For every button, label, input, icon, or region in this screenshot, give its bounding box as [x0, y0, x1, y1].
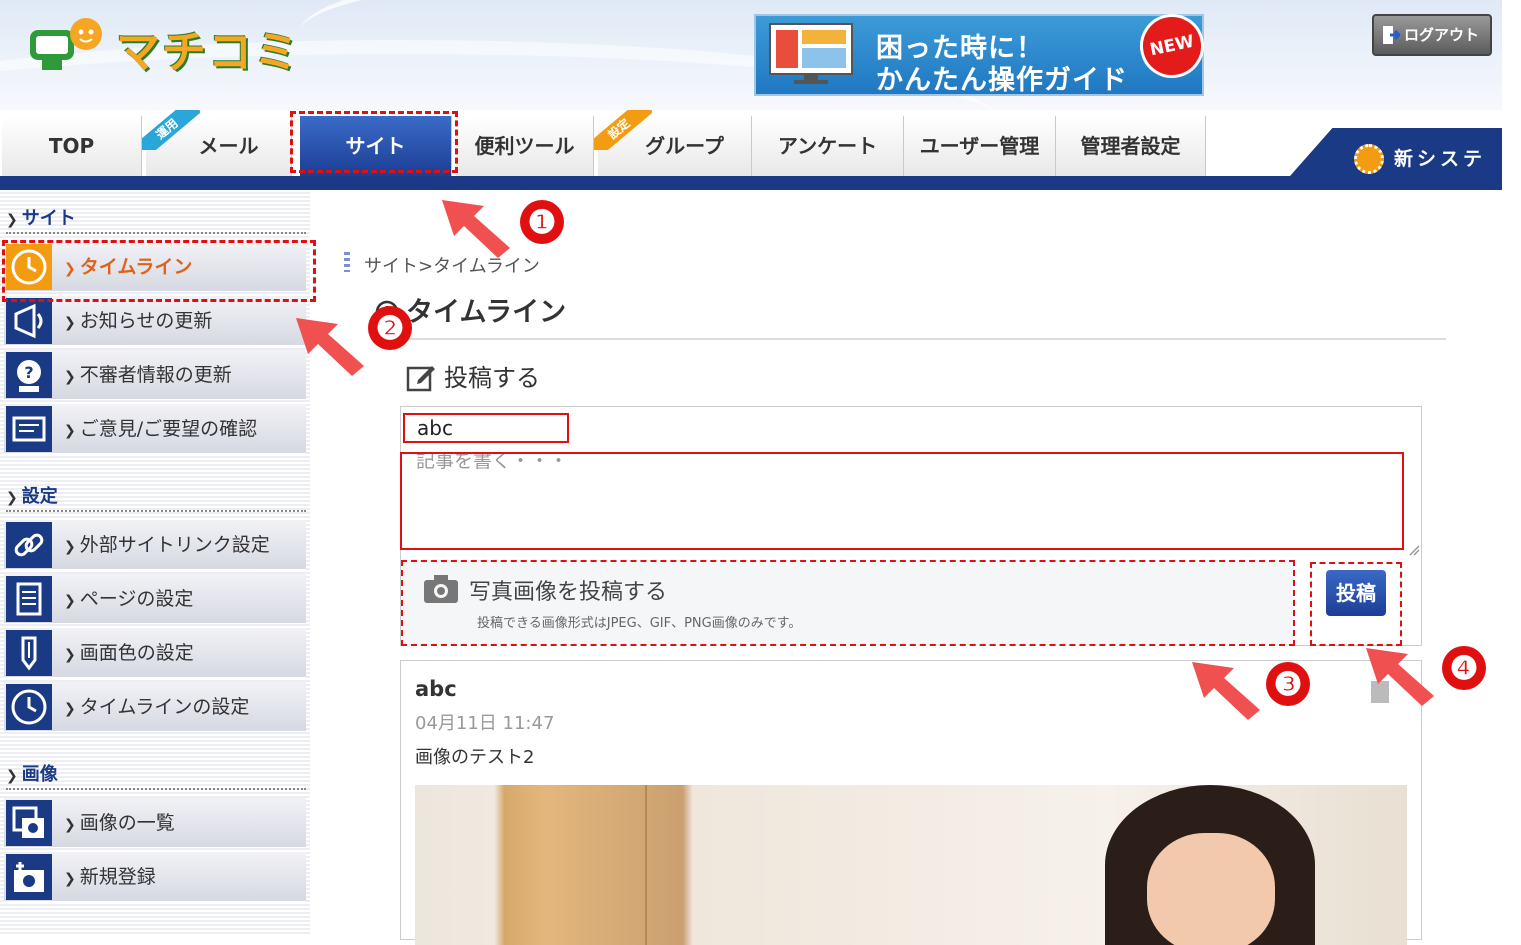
logo-text[interactable]: マチコミ: [116, 16, 300, 80]
tab-user-management[interactable]: ユーザー管理: [904, 116, 1056, 176]
tab-label: ユーザー管理: [919, 134, 1040, 158]
logo-icon[interactable]: [28, 16, 104, 76]
tab-label: アンケート: [777, 134, 878, 158]
sidebar-item-label: ご意見/ご要望の確認: [79, 418, 258, 440]
sidebar-item-label: 画像の一覧: [79, 812, 175, 834]
logout-button[interactable]: ログアウト: [1372, 14, 1492, 56]
edit-icon: [406, 366, 435, 392]
camera-plus-icon: [6, 854, 52, 900]
post-date: 04月11日 11:47: [415, 713, 555, 734]
sidebar-item-feedback[interactable]: ❯ ご意見/ご要望の確認: [4, 404, 306, 454]
photo-person-face: [1147, 833, 1275, 945]
sidebar-item-label: 不審者情報の更新: [79, 364, 232, 386]
new-system-label: 新システム: [1394, 148, 1487, 232]
tab-survey[interactable]: アンケート: [752, 116, 904, 176]
sidebar-item-page-settings[interactable]: ❯ ページの設定: [4, 574, 306, 624]
sidebar-item-label: 新規登録: [79, 866, 156, 888]
annotation-arrow-icon: [442, 200, 510, 258]
tab-tools[interactable]: 便利ツール: [456, 116, 594, 176]
photo-upload-area[interactable]: 写真画像を投稿する 投稿できる画像形式はJPEG、GIF、PNG画像のみです。: [401, 560, 1295, 646]
images-icon: [6, 800, 52, 846]
pen-icon: [6, 630, 52, 676]
annotation-arrow-icon: [296, 318, 364, 376]
post-body: 画像のテスト2: [415, 747, 535, 768]
photo-upload-label: 写真画像を投稿する: [469, 580, 668, 605]
post-title-input[interactable]: abc: [403, 413, 569, 443]
gear-icon: [1354, 144, 1384, 174]
alert-person-icon: ?: [6, 352, 52, 398]
annotation-box-site-tab: [290, 111, 458, 173]
sidebar-item-label: 外部サイトリンク設定: [79, 534, 270, 556]
post-body-textarea[interactable]: 記事を書く・・・: [400, 452, 1404, 550]
annotation-arrow-icon: [1366, 648, 1434, 706]
post-section-label: 投稿する: [406, 358, 540, 393]
title-divider: [374, 338, 1446, 340]
logout-label: ログアウト: [1404, 26, 1480, 44]
operation-guide-banner[interactable]: 困った時に！ かんたん操作ガイド NEW: [754, 8, 1210, 96]
tab-mail[interactable]: 運用 メール: [142, 110, 292, 176]
site-header: マチコミ 困った時に！ かんたん操作ガイド NEW ログアウト: [0, 0, 1502, 110]
nav-underline: [0, 176, 1502, 190]
logout-icon: [1383, 26, 1400, 44]
sidebar-item-color-settings[interactable]: ❯ 画面色の設定: [4, 628, 306, 678]
post-photo: [415, 785, 1407, 945]
banner-line-2: かんたん操作ガイド: [876, 65, 1128, 96]
link-icon: [6, 522, 52, 568]
sidebar-item-suspicious-info[interactable]: ? ❯ 不審者情報の更新: [4, 350, 306, 400]
annotation-arrow-icon: [1192, 662, 1260, 720]
tab-group[interactable]: 設定 グループ: [594, 110, 752, 176]
annotation-number-3: ❸: [1266, 662, 1310, 706]
tab-admin-settings[interactable]: 管理者設定: [1056, 116, 1206, 176]
post-title: abc: [415, 677, 457, 701]
megaphone-icon: [6, 298, 52, 344]
photo-format-note: 投稿できる画像形式はJPEG、GIF、PNG画像のみです。: [477, 616, 802, 631]
sidebar-item-timeline-settings[interactable]: ❯ タイムラインの設定: [4, 682, 306, 732]
breadcrumb-marker: [344, 252, 350, 272]
sidebar-item-new-image[interactable]: ❯ 新規登録: [4, 852, 306, 902]
annotation-number-4: ❹: [1442, 646, 1486, 690]
page-icon: [6, 576, 52, 622]
sidebar-heading-images: ❯ 画像: [6, 760, 306, 790]
tab-ribbon: 運用: [142, 110, 200, 150]
timeline-post-card: abc 04月11日 11:47 画像のテスト2: [400, 660, 1422, 945]
sidebar-item-external-links[interactable]: ❯ 外部サイトリンク設定: [4, 520, 306, 570]
sidebar-heading-settings: ❯ 設定: [6, 482, 306, 512]
annotation-number-2: ❷: [368, 306, 412, 350]
sidebar-heading-site: ❯ サイト: [6, 204, 306, 234]
annotation-box-timeline: [2, 240, 316, 302]
submit-highlight: 投稿: [1310, 562, 1402, 646]
tab-top[interactable]: TOP: [2, 116, 142, 176]
clock-icon: [6, 684, 52, 730]
tab-label: 便利ツール: [474, 134, 575, 158]
sidebar-item-image-list[interactable]: ❯ 画像の一覧: [4, 798, 306, 848]
sidebar-item-label: お知らせの更新: [79, 310, 213, 332]
sidebar-item-label: 画面色の設定: [79, 642, 194, 664]
tab-label: TOP: [48, 134, 95, 158]
message-icon: [6, 406, 52, 452]
sidebar-item-label: タイムラインの設定: [79, 696, 250, 718]
resize-handle-icon[interactable]: [1408, 544, 1420, 556]
tab-label: 管理者設定: [1080, 134, 1181, 158]
camera-icon: [424, 575, 458, 603]
annotation-number-1: ❶: [520, 200, 564, 244]
svg-text:?: ?: [24, 363, 33, 382]
monitor-icon: [769, 23, 853, 84]
sidebar-item-label: ページの設定: [79, 588, 194, 610]
tab-ribbon: 設定: [594, 110, 652, 150]
photo-door-detail: [645, 785, 647, 945]
sidebar-item-news-update[interactable]: ❯ お知らせの更新: [4, 296, 306, 346]
new-badge: NEW: [1134, 8, 1210, 84]
submit-post-button[interactable]: 投稿: [1326, 570, 1386, 616]
